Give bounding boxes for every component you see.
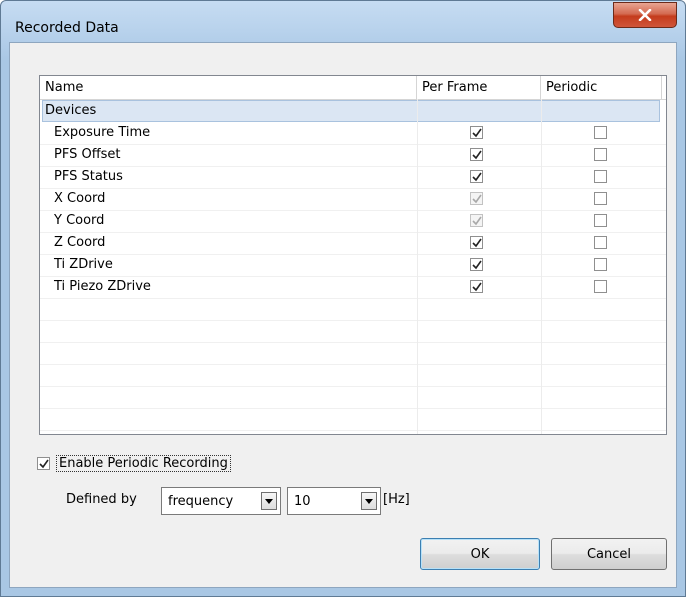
row-name: PFS Status bbox=[54, 169, 123, 184]
defined-by-select[interactable]: frequency bbox=[161, 487, 281, 515]
per-frame-checkbox[interactable] bbox=[470, 236, 483, 249]
enable-periodic-label[interactable]: Enable Periodic Recording bbox=[56, 454, 231, 472]
table-row[interactable]: PFS Status bbox=[40, 166, 666, 189]
column-header-per-frame[interactable]: Per Frame bbox=[417, 76, 541, 99]
table-row[interactable]: Ti Piezo ZDrive bbox=[40, 276, 666, 299]
row-name: Ti ZDrive bbox=[54, 257, 113, 272]
check-icon bbox=[472, 260, 482, 270]
empty-row bbox=[40, 408, 666, 431]
periodic-checkbox[interactable] bbox=[594, 280, 607, 293]
periodic-checkbox[interactable] bbox=[594, 258, 607, 271]
dialog-title: Recorded Data bbox=[15, 20, 119, 36]
empty-row bbox=[40, 320, 666, 343]
per-frame-checkbox[interactable] bbox=[470, 148, 483, 161]
defined-by-label: Defined by bbox=[66, 492, 137, 507]
close-icon bbox=[638, 9, 652, 21]
row-name: Exposure Time bbox=[54, 125, 151, 140]
check-icon bbox=[472, 282, 482, 292]
row-name: Ti Piezo ZDrive bbox=[54, 279, 151, 294]
row-name: Z Coord bbox=[54, 235, 106, 250]
column-divider bbox=[417, 99, 418, 434]
rate-value-select[interactable]: 10 bbox=[287, 487, 381, 515]
table-row[interactable]: X Coord bbox=[40, 188, 666, 211]
per-frame-checkbox[interactable] bbox=[470, 280, 483, 293]
empty-row bbox=[40, 386, 666, 409]
rate-value: 10 bbox=[294, 493, 311, 509]
empty-row bbox=[40, 364, 666, 387]
dropdown-arrow-icon[interactable] bbox=[361, 492, 377, 510]
unit-label: [Hz] bbox=[383, 492, 410, 507]
row-name: X Coord bbox=[54, 191, 106, 206]
empty-row bbox=[40, 298, 666, 321]
row-name: Y Coord bbox=[54, 213, 105, 228]
per-frame-checkbox bbox=[470, 192, 483, 205]
group-label: Devices bbox=[45, 103, 97, 118]
check-icon bbox=[39, 459, 49, 468]
check-icon bbox=[472, 150, 482, 160]
column-header-name[interactable]: Name bbox=[40, 76, 417, 99]
table-row[interactable]: PFS Offset bbox=[40, 144, 666, 167]
ok-button[interactable]: OK bbox=[420, 538, 540, 570]
close-button[interactable] bbox=[613, 2, 677, 28]
check-icon bbox=[472, 194, 482, 204]
per-frame-checkbox[interactable] bbox=[470, 170, 483, 183]
periodic-checkbox[interactable] bbox=[594, 148, 607, 161]
table-header: Name Per Frame Periodic bbox=[40, 76, 666, 100]
per-frame-checkbox[interactable] bbox=[470, 258, 483, 271]
group-row-devices[interactable]: Devices bbox=[42, 100, 660, 122]
check-icon bbox=[472, 128, 482, 138]
dialog-client-area: Name Per Frame Periodic Devices Exposure… bbox=[9, 42, 677, 588]
column-header-periodic[interactable]: Periodic bbox=[541, 76, 662, 99]
column-divider bbox=[541, 99, 542, 434]
periodic-checkbox[interactable] bbox=[594, 170, 607, 183]
dialog-window: Recorded Data Name Per Frame Periodic De… bbox=[0, 0, 686, 597]
per-frame-checkbox[interactable] bbox=[470, 126, 483, 139]
table-row[interactable]: Exposure Time bbox=[40, 122, 666, 145]
table-row[interactable]: Z Coord bbox=[40, 232, 666, 255]
recorded-data-table: Name Per Frame Periodic Devices Exposure… bbox=[39, 75, 667, 435]
cancel-button[interactable]: Cancel bbox=[551, 538, 667, 570]
empty-row bbox=[40, 342, 666, 365]
dropdown-arrow-icon[interactable] bbox=[261, 492, 277, 510]
enable-periodic-recording[interactable]: Enable Periodic Recording bbox=[37, 453, 231, 473]
enable-periodic-checkbox[interactable] bbox=[37, 456, 50, 470]
per-frame-checkbox bbox=[470, 214, 483, 227]
periodic-checkbox[interactable] bbox=[594, 126, 607, 139]
check-icon bbox=[472, 238, 482, 248]
row-name: PFS Offset bbox=[54, 147, 121, 162]
defined-by-value: frequency bbox=[168, 493, 234, 509]
periodic-checkbox[interactable] bbox=[594, 192, 607, 205]
periodic-checkbox[interactable] bbox=[594, 236, 607, 249]
check-icon bbox=[472, 172, 482, 182]
table-row[interactable]: Y Coord bbox=[40, 210, 666, 233]
table-row[interactable]: Ti ZDrive bbox=[40, 254, 666, 277]
check-icon bbox=[472, 216, 482, 226]
periodic-checkbox[interactable] bbox=[594, 214, 607, 227]
